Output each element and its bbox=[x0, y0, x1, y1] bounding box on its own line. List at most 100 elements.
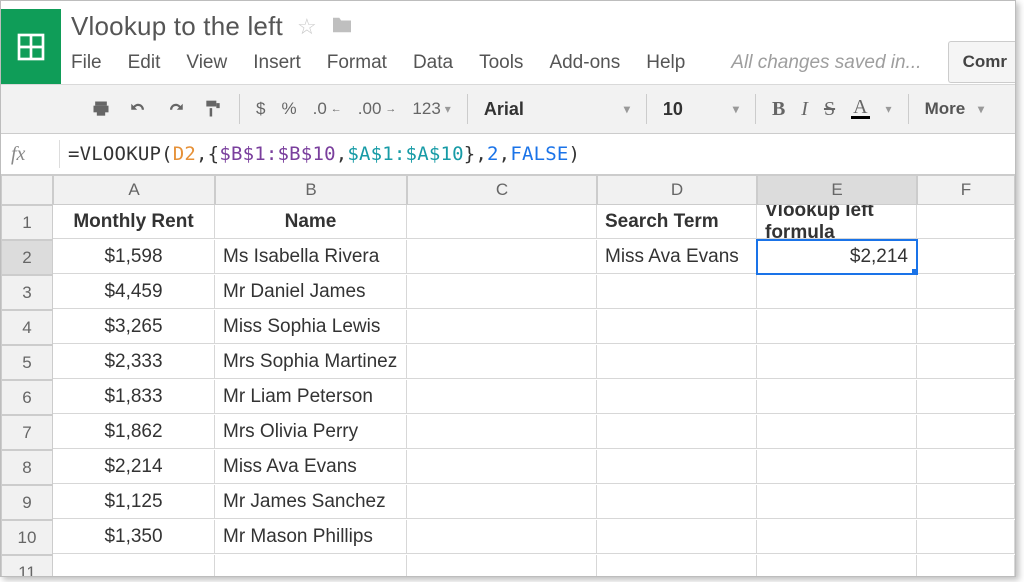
cell-B1[interactable]: Name bbox=[215, 205, 407, 239]
cell-E9[interactable] bbox=[757, 485, 917, 519]
cell-C11[interactable] bbox=[407, 555, 597, 577]
menu-edit[interactable]: Edit bbox=[128, 52, 161, 74]
folder-icon[interactable] bbox=[331, 14, 353, 40]
text-color-caret[interactable]: ▾ bbox=[886, 102, 892, 116]
menu-format[interactable]: Format bbox=[327, 52, 387, 74]
cell-E8[interactable] bbox=[757, 450, 917, 484]
cell-F3[interactable] bbox=[917, 275, 1015, 309]
cell-F10[interactable] bbox=[917, 520, 1015, 554]
cell-C9[interactable] bbox=[407, 485, 597, 519]
cell-E6[interactable] bbox=[757, 380, 917, 414]
cell-B5[interactable]: Mrs Sophia Martinez bbox=[215, 345, 407, 379]
formula-input[interactable]: =VLOOKUP(D2,{$B$1:$B$10,$A$1:$A$10},2,FA… bbox=[68, 143, 580, 165]
cell-D5[interactable] bbox=[597, 345, 757, 379]
print-button[interactable] bbox=[91, 99, 111, 119]
strikethrough-button[interactable]: S bbox=[824, 98, 835, 121]
cell-B8[interactable]: Miss Ava Evans bbox=[215, 450, 407, 484]
cell-E5[interactable] bbox=[757, 345, 917, 379]
cell-B4[interactable]: Miss Sophia Lewis bbox=[215, 310, 407, 344]
cell-E3[interactable] bbox=[757, 275, 917, 309]
col-header-B[interactable]: B bbox=[215, 175, 407, 205]
row-header-4[interactable]: 4 bbox=[1, 310, 53, 345]
document-title[interactable]: Vlookup to the left bbox=[71, 11, 283, 42]
currency-button[interactable]: $ bbox=[256, 99, 265, 119]
percent-button[interactable]: % bbox=[281, 99, 296, 119]
cell-A8[interactable]: $2,214 bbox=[53, 450, 215, 484]
cell-D6[interactable] bbox=[597, 380, 757, 414]
cell-A9[interactable]: $1,125 bbox=[53, 485, 215, 519]
more-button[interactable]: More ▾ bbox=[925, 99, 984, 119]
cell-C3[interactable] bbox=[407, 275, 597, 309]
col-header-A[interactable]: A bbox=[53, 175, 215, 205]
row-header-5[interactable]: 5 bbox=[1, 345, 53, 380]
col-header-E[interactable]: E bbox=[757, 175, 917, 205]
col-header-D[interactable]: D bbox=[597, 175, 757, 205]
cell-A6[interactable]: $1,833 bbox=[53, 380, 215, 414]
cell-C4[interactable] bbox=[407, 310, 597, 344]
comments-button[interactable]: Comr bbox=[948, 41, 1015, 83]
italic-button[interactable]: I bbox=[801, 98, 808, 121]
text-color-button[interactable]: A bbox=[851, 99, 869, 119]
cell-B6[interactable]: Mr Liam Peterson bbox=[215, 380, 407, 414]
cell-A2[interactable]: $1,598 bbox=[53, 240, 215, 274]
row-header-6[interactable]: 6 bbox=[1, 380, 53, 415]
cell-F4[interactable] bbox=[917, 310, 1015, 344]
cell-D11[interactable] bbox=[597, 555, 757, 577]
cell-D7[interactable] bbox=[597, 415, 757, 449]
undo-button[interactable] bbox=[127, 100, 149, 118]
cell-F11[interactable] bbox=[917, 555, 1015, 577]
cell-D2[interactable]: Miss Ava Evans bbox=[597, 240, 757, 274]
cell-F1[interactable] bbox=[917, 205, 1015, 239]
row-header-11[interactable]: 11 bbox=[1, 555, 53, 577]
cell-A4[interactable]: $3,265 bbox=[53, 310, 215, 344]
decrease-decimal-button[interactable]: .0← bbox=[313, 99, 342, 119]
cell-C6[interactable] bbox=[407, 380, 597, 414]
number-format-button[interactable]: 123 ▾ bbox=[412, 99, 450, 119]
cell-C2[interactable] bbox=[407, 240, 597, 274]
row-header-3[interactable]: 3 bbox=[1, 275, 53, 310]
cell-E10[interactable] bbox=[757, 520, 917, 554]
cell-B10[interactable]: Mr Mason Phillips bbox=[215, 520, 407, 554]
cell-E11[interactable] bbox=[757, 555, 917, 577]
cell-F8[interactable] bbox=[917, 450, 1015, 484]
col-header-C[interactable]: C bbox=[407, 175, 597, 205]
menu-file[interactable]: File bbox=[71, 52, 102, 74]
cell-C1[interactable] bbox=[407, 205, 597, 239]
cell-D1[interactable]: Search Term bbox=[597, 205, 757, 239]
cell-E7[interactable] bbox=[757, 415, 917, 449]
cell-A7[interactable]: $1,862 bbox=[53, 415, 215, 449]
bold-button[interactable]: B bbox=[772, 98, 785, 121]
row-header-9[interactable]: 9 bbox=[1, 485, 53, 520]
cell-F6[interactable] bbox=[917, 380, 1015, 414]
sheets-logo[interactable] bbox=[1, 9, 61, 84]
cell-A3[interactable]: $4,459 bbox=[53, 275, 215, 309]
menu-view[interactable]: View bbox=[186, 52, 227, 74]
cell-D3[interactable] bbox=[597, 275, 757, 309]
menu-data[interactable]: Data bbox=[413, 52, 453, 74]
cell-A11[interactable] bbox=[53, 555, 215, 577]
cell-A1[interactable]: Monthly Rent bbox=[53, 205, 215, 239]
cell-A5[interactable]: $2,333 bbox=[53, 345, 215, 379]
star-icon[interactable]: ☆ bbox=[297, 14, 317, 40]
row-header-2[interactable]: 2 bbox=[1, 240, 53, 275]
cell-C8[interactable] bbox=[407, 450, 597, 484]
cell-B7[interactable]: Mrs Olivia Perry bbox=[215, 415, 407, 449]
increase-decimal-button[interactable]: .00→ bbox=[358, 99, 397, 119]
cell-E1[interactable]: Vlookup left formula bbox=[757, 205, 917, 239]
paint-format-button[interactable] bbox=[203, 98, 223, 120]
cell-C5[interactable] bbox=[407, 345, 597, 379]
cell-B11[interactable] bbox=[215, 555, 407, 577]
row-header-10[interactable]: 10 bbox=[1, 520, 53, 555]
cell-D10[interactable] bbox=[597, 520, 757, 554]
row-header-1[interactable]: 1 bbox=[1, 205, 53, 240]
select-all-corner[interactable] bbox=[1, 175, 53, 205]
col-header-F[interactable]: F bbox=[917, 175, 1015, 205]
font-selector[interactable]: Arial▾ bbox=[474, 99, 640, 120]
cell-B9[interactable]: Mr James Sanchez bbox=[215, 485, 407, 519]
cell-F7[interactable] bbox=[917, 415, 1015, 449]
menu-help[interactable]: Help bbox=[646, 52, 685, 74]
cell-C7[interactable] bbox=[407, 415, 597, 449]
cell-D8[interactable] bbox=[597, 450, 757, 484]
cell-B2[interactable]: Ms Isabella Rivera bbox=[215, 240, 407, 274]
menu-insert[interactable]: Insert bbox=[253, 52, 301, 74]
